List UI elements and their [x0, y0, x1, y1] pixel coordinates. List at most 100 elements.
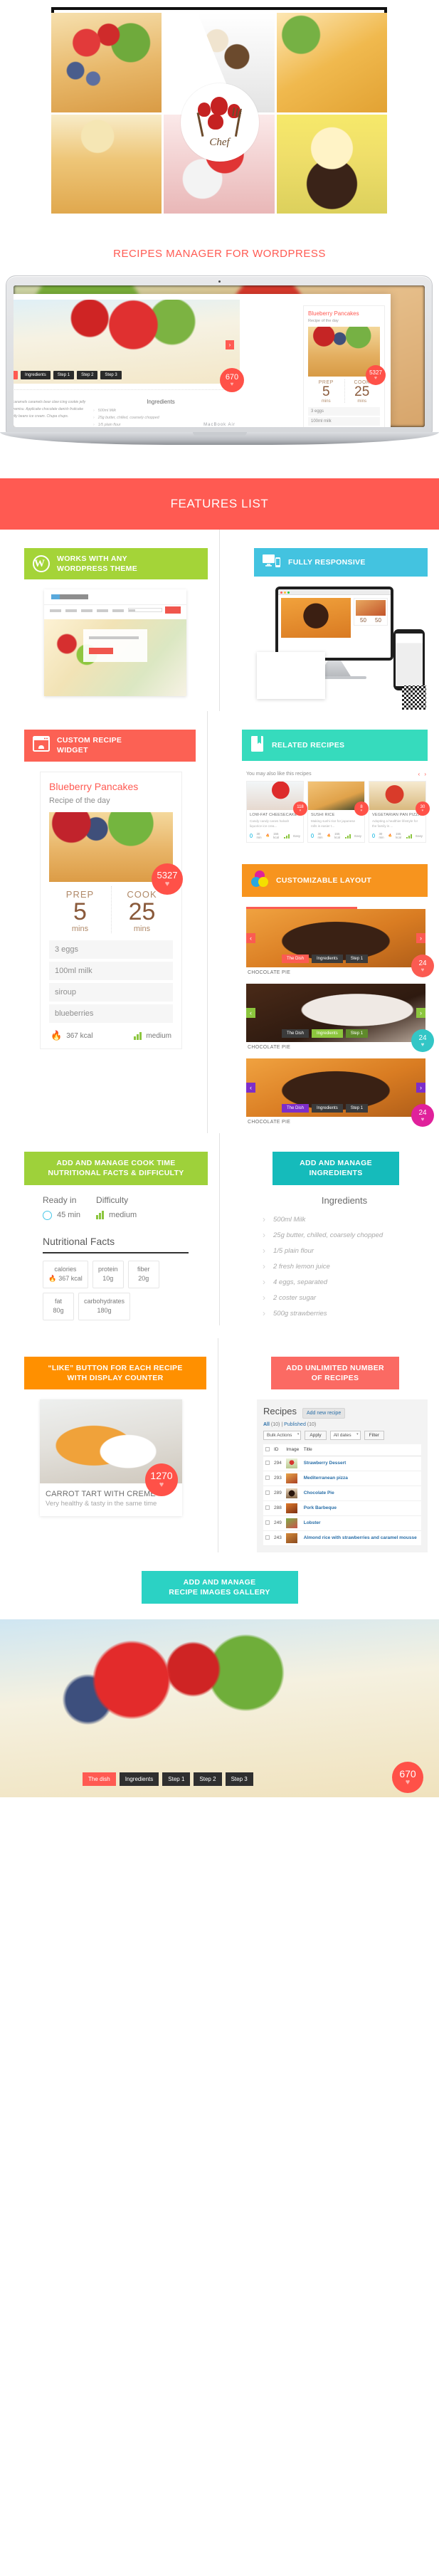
like-counter-badge[interactable]: 670 ♥ [220, 368, 244, 392]
slider-prev-icon[interactable]: ‹ [246, 933, 255, 944]
site-tab-step-3[interactable]: Step 3 [100, 371, 122, 379]
gallery-tab-ingredients[interactable]: Ingredients [119, 1772, 159, 1787]
laptop-brand-label: MacBook Air [203, 423, 236, 427]
card-title: VEGETARIAN PAN PIZZA [372, 813, 421, 818]
like-counter-badge[interactable]: 118 ♥ [293, 801, 307, 816]
slider-next-icon[interactable]: › [416, 1008, 425, 1019]
chip-name: carbohydrates [84, 1297, 125, 1305]
column-header-title[interactable]: Title [301, 1444, 421, 1456]
color-wheel-icon [250, 870, 269, 891]
widget-image: 5327 ♥ [49, 811, 183, 895]
date-filter-select[interactable]: All dates [329, 1430, 361, 1440]
like-counter-badge[interactable]: 24 ♥ [411, 1104, 434, 1127]
list-item[interactable]: 8 ♥ SUSHI RICE Making sushi rice for jap… [307, 781, 369, 843]
calories-value: 155 kcal [396, 832, 401, 840]
row-title-link[interactable]: Lobster [304, 1520, 321, 1525]
row-title-link[interactable]: Mediterranean pizza [304, 1476, 348, 1481]
table-row: 288 Pork Barbeque [263, 1500, 421, 1516]
list-item: 2 fresh lemon juice [263, 1263, 426, 1271]
card-description: Candy candy canes halvah liquorice ice c… [250, 819, 290, 829]
heart-icon: ♥ [421, 808, 424, 813]
row-checkbox[interactable] [265, 1460, 270, 1465]
slider-next-icon[interactable]: › [416, 1083, 425, 1093]
list-item: 1/5 plain flour [263, 1247, 426, 1255]
slide-tab-step-1[interactable]: Step 1 [345, 1029, 369, 1039]
badge-label: CUSTOMIZABLE LAYOUT [276, 876, 372, 885]
clock-icon [250, 834, 253, 838]
table-row: 294 Strawberry Dessert [263, 1456, 421, 1471]
carousel-arrows-icon[interactable]: ‹ › [418, 771, 428, 777]
list-item: 500ml Milk [263, 1216, 426, 1224]
slider-next-icon[interactable]: › [226, 340, 234, 349]
column-header-id[interactable]: ID [272, 1444, 285, 1456]
slider-prev-icon[interactable]: ‹ [246, 1008, 255, 1019]
slide-tab-the-dish[interactable]: The Dish [282, 1029, 310, 1039]
row-checkbox[interactable] [265, 1475, 270, 1480]
row-title-link[interactable]: Strawberry Dessert [304, 1461, 347, 1466]
apply-button[interactable]: Apply [305, 1430, 327, 1440]
divider [14, 389, 238, 390]
filter-button[interactable]: Filter [364, 1430, 385, 1440]
clock-icon [43, 1210, 52, 1220]
nutrition-chip-protein: protein 10g [92, 1260, 124, 1288]
gallery-tab-the-dish[interactable]: The dish [83, 1772, 116, 1787]
column-header-image[interactable]: Image [284, 1444, 302, 1456]
difficulty-value: Easy [293, 834, 300, 838]
recipe-widget-card: Blueberry Pancakes Recipe of the day 532… [40, 771, 183, 1050]
row-title-link[interactable]: Almond rice with strawberries and carame… [304, 1535, 417, 1540]
gallery-tab-step-1[interactable]: Step 1 [162, 1772, 191, 1787]
list-item[interactable]: 30 ♥ VEGETARIAN PAN PIZZA Adopting a hea… [369, 781, 430, 843]
like-counter-badge[interactable]: 670 ♥ [392, 1762, 423, 1794]
row-checkbox[interactable] [265, 1535, 270, 1540]
like-counter-badge[interactable]: 8 ♥ [354, 801, 369, 816]
list-item: 100ml milk [49, 962, 173, 981]
site-tab-step-1[interactable]: Step 1 [53, 371, 75, 379]
badge-line-1: “LIKE” BUTTON FOR EACH RECIPE [48, 1363, 183, 1372]
badge-label: FULLY RESPONSIVE [288, 558, 366, 567]
calories-value: 155 kcal [273, 832, 279, 840]
badge-works-with-any-wordpress-theme: W WORKS WITH ANY WORDPRESS THEME [24, 548, 208, 580]
slide-tab-the-dish[interactable]: The Dish [282, 1104, 310, 1113]
row-checkbox[interactable] [265, 1490, 270, 1495]
card-image: 1270 ♥ [40, 1399, 182, 1496]
related-recipes-strip: You may also like this recipes ‹ › 118 ♥… [246, 771, 430, 843]
row-checkbox[interactable] [265, 1505, 270, 1510]
difficulty-label: Difficulty [96, 1194, 129, 1205]
row-title-link[interactable]: Pork Barbeque [304, 1505, 337, 1510]
row-title-link[interactable]: Chocolate Pie [304, 1491, 334, 1495]
slide-tab-ingredients[interactable]: Ingredients [312, 955, 343, 964]
filter-published[interactable]: Published [284, 1422, 306, 1427]
slide-caption: CHOCOLATE PIE [248, 970, 291, 976]
slide-tab-step-1[interactable]: Step 1 [345, 955, 369, 964]
slider-next-icon[interactable]: › [416, 933, 425, 944]
slide-tab-ingredients[interactable]: Ingredients [312, 1029, 343, 1039]
badge-line-2: INGREDIENTS [309, 1169, 363, 1178]
slide-tab-the-dish[interactable]: The Dish [282, 955, 310, 964]
slide-tab-ingredients[interactable]: Ingredients [312, 1104, 343, 1113]
gallery-banner-wrap: ADD AND MANAGE RECIPE IMAGES GALLERY [0, 1552, 439, 1615]
like-counter-badge[interactable]: 24 ♥ [411, 1029, 434, 1053]
filter-all[interactable]: All [263, 1422, 270, 1427]
gallery-tab-step-3[interactable]: Step 3 [225, 1772, 253, 1787]
like-counter-badge[interactable]: 1270 ♥ [145, 1463, 178, 1496]
slider-prev-icon[interactable]: ‹ [246, 1083, 255, 1093]
row-thumbnail [286, 1518, 298, 1528]
widget-footer: 🔥 367 kcal medium [49, 1023, 173, 1041]
list-item[interactable]: 118 ♥ LOW-FAT CHEESECAKE Candy candy can… [246, 781, 307, 843]
bulk-actions-select[interactable]: Bulk Actions [263, 1430, 302, 1440]
list-item: 3 eggs [308, 406, 380, 416]
collage-photo-creme-brulee [276, 13, 387, 112]
gallery-tab-step-2[interactable]: Step 2 [194, 1772, 222, 1787]
add-new-recipe-button[interactable]: Add new recipe [302, 1407, 346, 1419]
site-tab-the-dish[interactable]: The Dish [14, 371, 18, 379]
select-all-checkbox[interactable] [265, 1446, 270, 1451]
row-checkbox[interactable] [265, 1520, 270, 1525]
like-counter-badge[interactable]: 30 ♥ [416, 801, 430, 816]
badge-cook-time-nutrition: ADD AND MANAGE COOK TIME NUTRITIONAL FAC… [24, 1152, 208, 1185]
widget-times: PREP 5 mins COOK 25 mins [308, 377, 380, 406]
site-tab-step-2[interactable]: Step 2 [77, 371, 98, 379]
nutrition-chip-carbohydrates: carbohydrates 180g [78, 1292, 131, 1320]
site-tab-ingredients[interactable]: Ingredients [21, 371, 51, 379]
slide-tab-step-1[interactable]: Step 1 [345, 1104, 369, 1113]
like-counter-badge[interactable]: 24 ♥ [411, 955, 434, 978]
